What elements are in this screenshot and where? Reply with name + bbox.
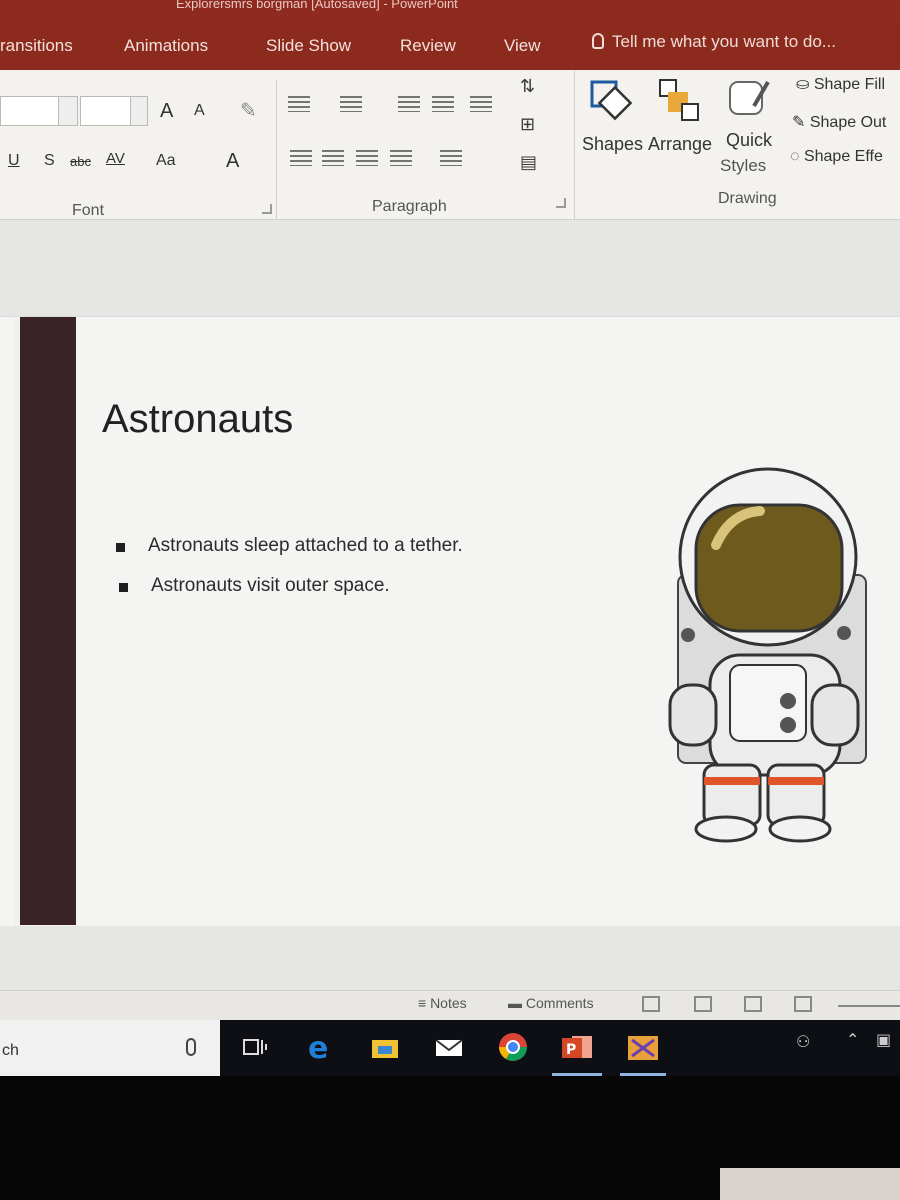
microphone-icon[interactable] (186, 1038, 196, 1056)
shape-fill-button[interactable]: ⛀ Shape Fill (796, 74, 885, 94)
comment-icon: ▬ (508, 995, 526, 1011)
slideshow-view-icon[interactable] (794, 996, 812, 1012)
slide-title[interactable]: Astronauts (102, 397, 293, 442)
styles-label: Styles (720, 156, 767, 175)
align-text-icon[interactable]: ⊞ (520, 114, 535, 135)
font-group-label: Font (72, 202, 105, 219)
network-icon[interactable]: ▣ (876, 1030, 891, 1050)
chrome-icon[interactable] (496, 1030, 530, 1064)
font-name-dropdown[interactable] (58, 96, 78, 126)
ribbon: A A ✎ U S abc AV Aa A Font ⇅ ⊞ ▤ Paragra… (0, 70, 900, 220)
shape-effects-button[interactable]: ◌ Shape Effe (790, 148, 883, 166)
comments-button[interactable]: ▬ Comments (508, 995, 594, 1011)
decrease-indent-icon[interactable] (398, 96, 420, 112)
divider (276, 80, 277, 220)
taskbar-search[interactable]: ch (0, 1020, 220, 1076)
svg-text:e: e (308, 1031, 328, 1064)
underline-button[interactable]: U (8, 152, 20, 170)
smartart-icon[interactable]: ▤ (520, 152, 537, 173)
justify-icon[interactable] (390, 150, 412, 166)
align-right-icon[interactable] (356, 150, 378, 166)
normal-view-icon[interactable] (642, 996, 660, 1012)
tab-transitions[interactable]: ransitions (0, 36, 73, 56)
align-center-icon[interactable] (322, 150, 344, 166)
svg-text:P: P (566, 1042, 576, 1058)
status-bar: ≡ Notes ▬ Comments (0, 990, 900, 1020)
pencil-icon: ✎ (792, 114, 810, 131)
slide-workspace: Astronauts Astronauts sleep attached to … (0, 220, 900, 990)
window-title-bar: Explorersmrs borgman [Autosaved] - Power… (0, 0, 900, 18)
people-icon[interactable]: ⚇ (796, 1032, 810, 1052)
taskbar: ch e P ⚇ ⌃ ▣ (0, 1020, 900, 1076)
bullet-item[interactable]: Astronauts visit outer space. (119, 575, 390, 597)
window-title: Explorersmrs borgman [Autosaved] - Power… (176, 0, 458, 11)
tell-me-search[interactable]: Tell me what you want to do... (592, 32, 836, 52)
quick-label: Quick (726, 130, 773, 150)
line-spacing-icon[interactable] (470, 96, 492, 112)
clear-format-icon[interactable]: ✎ (240, 98, 257, 123)
tab-view[interactable]: View (504, 36, 541, 56)
increase-indent-icon[interactable] (432, 96, 454, 112)
grow-font-button[interactable]: A (160, 100, 173, 123)
paragraph-dialog-launcher-icon[interactable] (556, 198, 566, 208)
bullets-icon[interactable] (288, 96, 310, 112)
edge-icon[interactable]: e (304, 1030, 338, 1066)
bullet-square-icon (116, 543, 125, 552)
font-size-dropdown[interactable] (130, 96, 148, 126)
paragraph-group-label: Paragraph (372, 198, 447, 215)
shape-outline-button[interactable]: ✎ Shape Out (792, 112, 886, 132)
tell-me-text: Tell me what you want to do... (612, 32, 836, 51)
notes-button[interactable]: ≡ Notes (418, 995, 467, 1011)
task-view-icon[interactable] (238, 1030, 272, 1064)
file-explorer-icon[interactable] (368, 1030, 402, 1064)
reading-view-icon[interactable] (744, 996, 762, 1012)
tab-animations[interactable]: Animations (124, 36, 208, 56)
powerpoint-icon[interactable]: P (560, 1030, 594, 1064)
bullet-item[interactable]: Astronauts sleep attached to a tether. (116, 535, 463, 557)
tab-review[interactable]: Review (400, 36, 456, 56)
char-spacing-button[interactable]: AV (106, 150, 125, 167)
shapes-label: Shapes (582, 134, 644, 154)
text-direction-icon[interactable]: ⇅ (520, 76, 535, 97)
chevron-up-icon[interactable]: ⌃ (846, 1030, 859, 1050)
zoom-slider[interactable] (838, 1005, 900, 1007)
bullet-square-icon (119, 583, 128, 592)
shrink-font-button[interactable]: A (194, 102, 205, 120)
notes-icon: ≡ (418, 995, 431, 1011)
effects-icon: ◌ (790, 148, 804, 165)
slide-canvas[interactable]: Astronauts Astronauts sleep attached to … (0, 316, 900, 926)
quick-styles-icon (729, 80, 770, 115)
shapes-icon (590, 80, 633, 121)
lightbulb-icon (592, 33, 604, 49)
drawing-group-label: Drawing (718, 190, 777, 207)
align-left-icon[interactable] (290, 150, 312, 166)
divider (574, 70, 575, 220)
font-dialog-launcher-icon[interactable] (262, 204, 272, 214)
mail-icon[interactable] (432, 1030, 466, 1064)
arrange-label: Arrange (648, 134, 713, 154)
slide-sorter-icon[interactable] (694, 996, 712, 1012)
change-case-button[interactable]: Aa (156, 152, 176, 170)
arrange-icon (659, 79, 699, 121)
font-color-button[interactable]: A (226, 150, 239, 173)
numbering-icon[interactable] (340, 96, 362, 112)
tab-slide-show[interactable]: Slide Show (266, 36, 351, 56)
shadow-button[interactable]: S (44, 152, 55, 170)
ribbon-tabs: ransitions Animations Slide Show Review … (0, 18, 900, 70)
search-text: ch (2, 1042, 19, 1059)
desk-paper (720, 1168, 900, 1200)
paint-bucket-icon: ⛀ (796, 76, 814, 93)
other-app-icon[interactable] (626, 1030, 660, 1064)
columns-icon[interactable] (440, 150, 462, 166)
strikethrough-button[interactable]: abc (70, 154, 91, 169)
astronaut-image[interactable] (660, 465, 880, 845)
slide-accent-stripe (14, 317, 76, 925)
